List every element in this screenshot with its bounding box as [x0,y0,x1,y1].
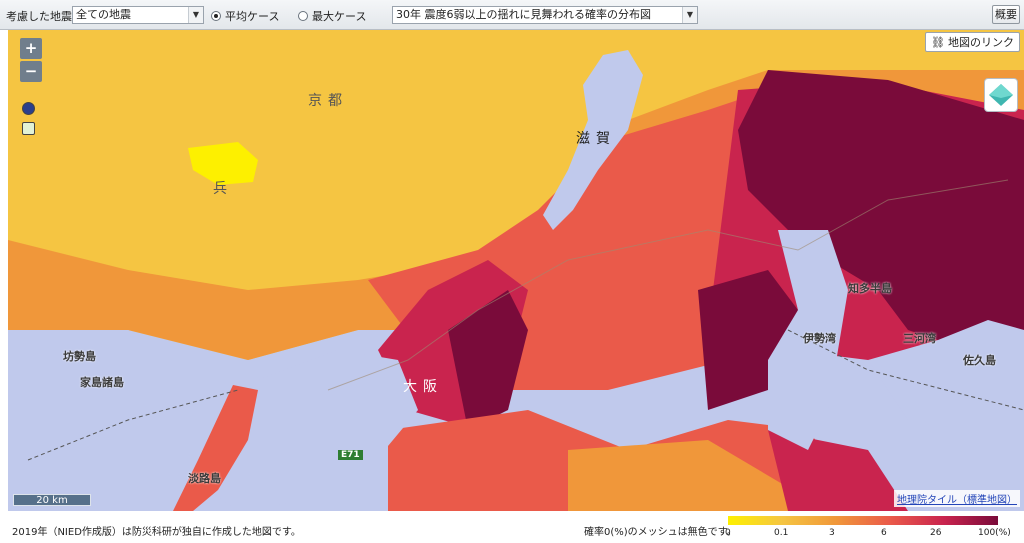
radio-average-case[interactable]: 平均ケース [211,8,279,24]
place-label: 家島諸島 [80,376,124,389]
attribution-link[interactable]: 地理院タイル（標準地図） [894,490,1020,507]
route-shield: E71 [338,450,363,460]
place-label: 伊勢湾 [803,332,836,345]
place-label: 淡路島 [188,472,221,485]
map-type-select[interactable]: 30年 震度6弱以上の揺れに見舞われる確率の分布図 ▼ [392,6,698,24]
radio-max-case[interactable]: 最大ケース [298,8,366,24]
legend-tick: 3 [829,528,835,538]
chevron-down-icon: ▼ [188,7,203,23]
pref-label-kyoto: 京都 [308,93,348,109]
map-canvas [8,30,1024,511]
source-note: 2019年（NIED作成版）は防災科研が独自に作成した地図です。 [12,527,301,538]
place-label: 坊勢島 [63,350,96,363]
toolbar: 考慮した地震 全ての地震 ▼ 平均ケース 最大ケース 30年 震度6弱以上の揺れ… [0,0,1024,30]
footer: 2019年（NIED作成版）は防災科研が独自に作成した地図です。 確率0(%)の… [0,511,1024,543]
radio-dot-icon [298,11,308,21]
map-link-button[interactable]: ⛓ 地図のリンク [925,32,1020,52]
legend-tick: 0 [725,528,731,538]
zoom-out-button[interactable]: − [20,61,42,82]
place-label: 三河湾 [903,332,936,345]
refresh-icon[interactable] [22,122,35,135]
place-label: 知多半島 [848,282,892,295]
summary-button[interactable]: 概要 [992,5,1020,24]
radio-dot-icon [211,11,221,21]
legend-tick: 6 [881,528,887,538]
legend-segment [890,516,944,525]
layers-icon [989,84,1013,106]
zoom-control: + − [20,38,42,84]
chevron-down-icon: ▼ [682,7,697,23]
fault-select[interactable]: 全ての地震 ▼ [72,6,204,24]
legend-segment [836,516,890,525]
legend-tick: 100(%) [978,528,1011,538]
place-label: 佐久島 [963,354,996,367]
zoom-in-button[interactable]: + [20,38,42,59]
legend-segment [944,516,998,525]
left-edge [0,30,8,511]
globe-icon[interactable] [22,102,35,115]
mesh-note: 確率0(%)のメッシュは無色です。 [584,527,737,538]
layers-button[interactable] [984,78,1018,112]
radio-max-label: 最大ケース [312,10,367,23]
legend-segment [728,516,782,525]
radio-average-label: 平均ケース [225,10,280,23]
legend-tick: 0.1 [774,528,789,538]
hazard-map[interactable]: 京都 兵 滋賀 大阪 坊勢島 家島諸島 淡路島 伊勢湾 三河湾 佐久島 知多半島… [8,30,1024,511]
legend-color-bar [728,516,998,525]
map-link-label: 地図のリンク [948,35,1014,49]
legend-segment [782,516,836,525]
pref-label-shiga: 滋賀 [576,131,616,147]
legend-tick: 26 [930,528,942,538]
scale-bar: 20 km [13,494,91,506]
pref-label-osaka: 大阪 [403,379,443,395]
link-icon: ⛓ [931,35,945,49]
fault-label: 考慮した地震 [6,10,72,23]
fault-select-value: 全ての地震 [76,8,131,21]
map-type-value: 30年 震度6弱以上の揺れに見舞われる確率の分布図 [396,8,651,21]
pref-label-hyogo: 兵 [213,181,233,197]
